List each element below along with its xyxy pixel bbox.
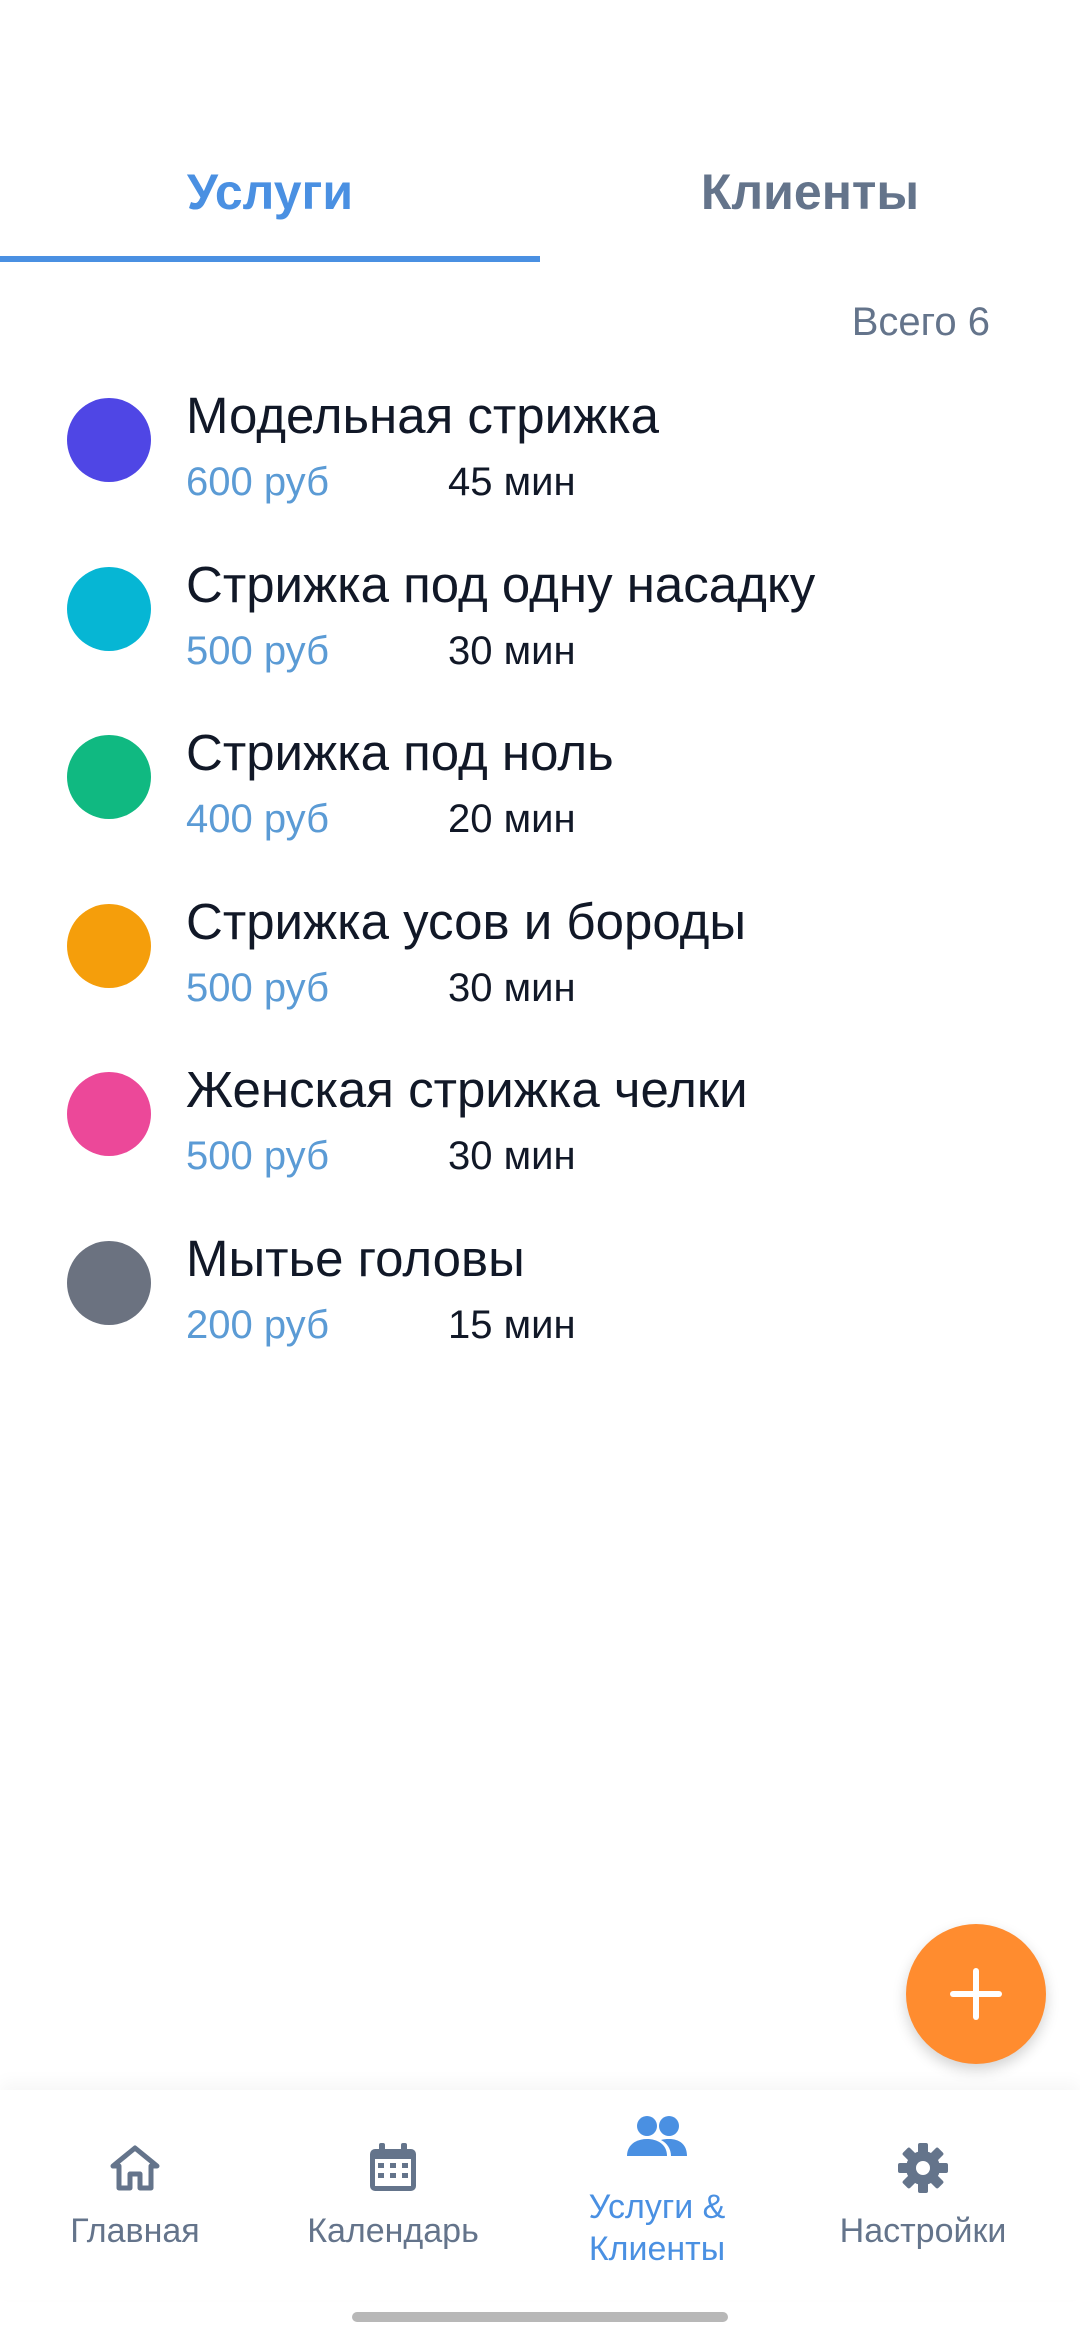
services-count: Всего 6 xyxy=(851,300,990,344)
service-duration: 30 мин xyxy=(448,965,576,1010)
nav-home-label: Главная xyxy=(70,2212,200,2250)
service-name: Стрижка под одну насадку xyxy=(186,555,816,613)
calendar-icon xyxy=(370,2143,416,2191)
service-name: Модельная стрижка xyxy=(186,387,659,444)
nav-settings-label: Настройки xyxy=(839,2212,1007,2250)
service-duration: 30 мин xyxy=(448,1134,576,1179)
tab-services-label: Услуги xyxy=(186,164,354,220)
service-item-0[interactable]: Модельная стрижка 600 руб 45 мин xyxy=(0,372,1080,541)
nav-calendar[interactable]: Календарь xyxy=(258,2090,528,2300)
service-color-dot xyxy=(67,1240,151,1325)
service-item-2[interactable]: Стрижка под ноль 400 руб 20 мин xyxy=(0,709,1080,878)
service-duration: 15 мин xyxy=(448,1302,576,1347)
service-price: 500 руб xyxy=(186,628,330,673)
tab-bar: Услуги Клиенты xyxy=(0,120,1080,264)
home-icon xyxy=(110,2145,160,2191)
service-duration: 20 мин xyxy=(448,797,576,842)
service-price: 500 руб xyxy=(186,965,330,1010)
nav-services-clients-label-line1: Услуги & xyxy=(588,2188,726,2226)
nav-services-clients[interactable]: Услуги & Клиенты xyxy=(522,2090,792,2300)
service-item-1[interactable]: Стрижка под одну насадку 500 руб 30 мин xyxy=(0,541,1080,710)
people-icon xyxy=(627,2116,687,2156)
service-item-4[interactable]: Женская стрижка челки 500 руб 30 мин xyxy=(0,1046,1080,1215)
service-price: 500 руб xyxy=(186,1134,330,1179)
tab-services[interactable]: Услуги xyxy=(0,120,540,264)
nav-services-clients-label: Услуги & Клиенты xyxy=(522,2186,792,2270)
service-color-dot xyxy=(67,398,151,482)
active-tab-indicator xyxy=(0,256,540,262)
service-price: 400 руб xyxy=(186,797,330,842)
service-name: Стрижка усов и бороды xyxy=(186,892,747,950)
home-indicator[interactable] xyxy=(352,2312,728,2322)
service-name: Мытье головы xyxy=(186,1229,525,1287)
service-color-dot xyxy=(67,1072,151,1157)
service-price: 600 руб xyxy=(186,460,330,504)
add-service-button[interactable] xyxy=(906,1924,1046,2064)
gear-icon xyxy=(898,2143,948,2193)
plus-icon xyxy=(950,1968,1002,2020)
nav-home[interactable]: Главная xyxy=(0,2090,270,2300)
tab-clients[interactable]: Клиенты xyxy=(540,120,1080,264)
nav-calendar-label: Календарь xyxy=(307,2212,479,2250)
service-name: Женская стрижка челки xyxy=(186,1061,748,1119)
service-duration: 30 мин xyxy=(448,628,576,673)
service-price: 200 руб xyxy=(186,1302,330,1347)
service-item-5[interactable]: Мытье головы 200 руб 15 мин xyxy=(0,1215,1080,1384)
service-item-3[interactable]: Стрижка усов и бороды 500 руб 30 мин xyxy=(0,878,1080,1047)
nav-settings[interactable]: Настройки xyxy=(788,2090,1058,2300)
tab-clients-label: Клиенты xyxy=(700,164,920,220)
service-color-dot xyxy=(67,735,151,820)
service-color-dot xyxy=(67,903,151,988)
nav-services-clients-label-line2: Клиенты xyxy=(588,2230,726,2268)
services-list: Модельная стрижка 600 руб 45 мин Стрижка… xyxy=(0,372,1080,1384)
bottom-navigation: Главная Календарь Услуги & Клиенты Настр… xyxy=(0,2090,1080,2300)
service-duration: 45 мин xyxy=(448,460,576,504)
service-name: Стрижка под ноль xyxy=(186,724,614,782)
service-color-dot xyxy=(67,566,151,651)
